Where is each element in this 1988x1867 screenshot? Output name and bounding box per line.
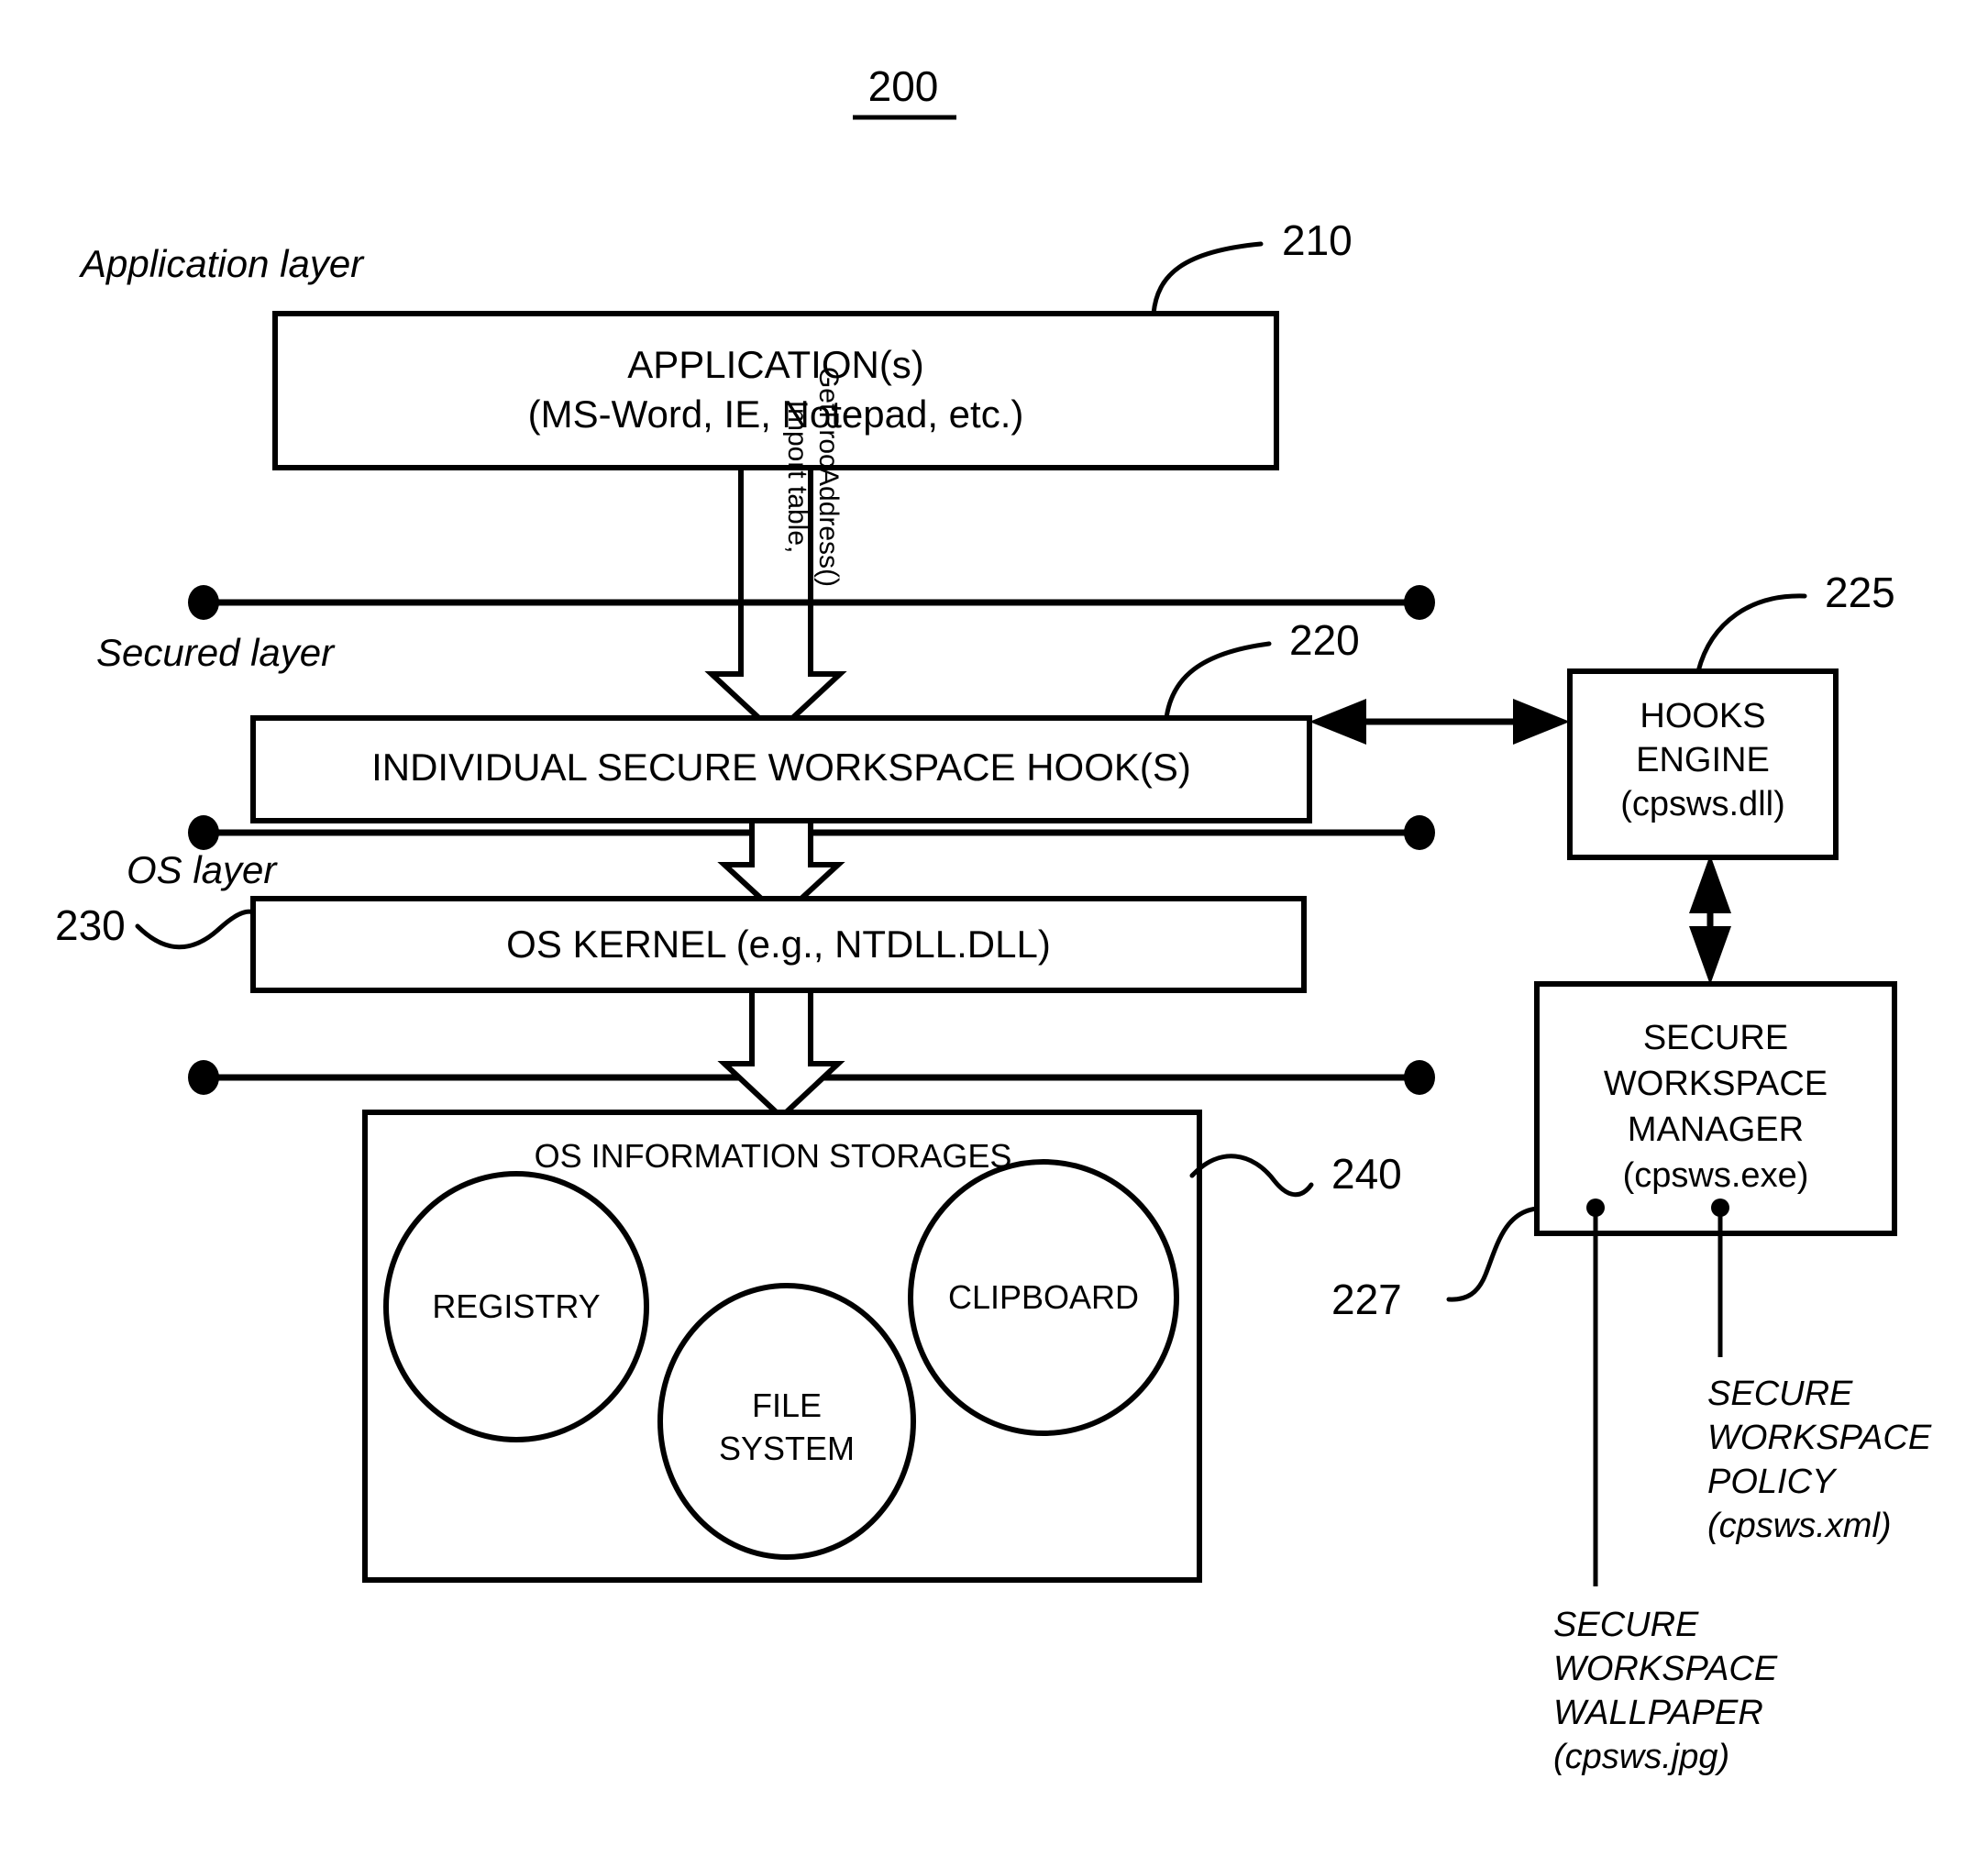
kernel-to-storages-arrow — [717, 988, 845, 1121]
wallpaper-leader-group — [1586, 1199, 1605, 1586]
file-system-circle-group: FILE SYSTEM — [657, 1283, 916, 1560]
ref-230-leader — [135, 909, 263, 950]
hooks-to-engine-arrow — [1309, 699, 1570, 745]
os-layer-label: OS layer — [127, 848, 278, 891]
wallpaper-note-line3: WALLPAPER — [1553, 1694, 1763, 1732]
hooks-engine-line3: (cpsws.dll) — [1620, 785, 1784, 823]
storages-title: OS INFORMATION STORAGES — [535, 1137, 1012, 1175]
layer-separator-storages-dot-left — [188, 1060, 219, 1095]
ref-230-label: 230 — [55, 901, 126, 949]
ref-225-group: 225 — [1695, 569, 1895, 674]
hooks-box-line1: INDIVIDUAL SECURE WORKSPACE HOOK(S) — [371, 746, 1191, 789]
ref-220-group: 220 — [1164, 616, 1360, 721]
file-system-label-line2: SYSTEM — [719, 1430, 855, 1467]
ref-220-leader — [1164, 641, 1272, 721]
os-kernel-box: OS KERNEL (e.g., NTDLL.DLL) — [250, 896, 1307, 993]
ref-240-group: 240 — [1189, 1150, 1402, 1198]
engine-manager-arrowhead-up — [1689, 855, 1731, 913]
diagram-canvas: 200 Application layer 210 APPLICATION(s)… — [55, 62, 1932, 1776]
wallpaper-note: SECURE WORKSPACE WALLPAPER (cpsws.jpg) — [1553, 1606, 1778, 1776]
file-system-label-line1: FILE — [752, 1386, 822, 1424]
kernel-storages-arrow-shape — [717, 988, 845, 1121]
workspace-manager-line3: MANAGER — [1628, 1110, 1804, 1149]
hooks-engine-box: HOOKS ENGINE (cpsws.dll) — [1567, 668, 1839, 860]
workspace-manager-line4: (cpsws.exe) — [1623, 1156, 1809, 1195]
ref-227-group: 227 — [1331, 1206, 1540, 1323]
os-kernel-line1: OS KERNEL (e.g., NTDLL.DLL) — [506, 922, 1051, 966]
ref-240-leader — [1189, 1154, 1314, 1198]
engine-to-manager-arrow — [1689, 855, 1731, 985]
application-box-line2: (MS-Word, IE, Notepad, etc.) — [528, 392, 1024, 436]
ref-210-leader — [1151, 241, 1264, 316]
ref-230-group: 230 — [55, 901, 263, 950]
ref-225-leader — [1695, 593, 1807, 674]
policy-note: SECURE WORKSPACE POLICY (cpsws.xml) — [1707, 1375, 1932, 1545]
layer-separator-os-dot-left — [188, 815, 219, 850]
workspace-manager-line2: WORKSPACE — [1604, 1065, 1828, 1103]
figure-number: 200 — [868, 62, 939, 110]
application-box-line1: APPLICATION(s) — [627, 343, 924, 386]
getprocaddress-label: GetProcAddress() — [813, 367, 844, 587]
application-box: APPLICATION(s) (MS-Word, IE, Notepad, et… — [272, 311, 1279, 470]
application-box-rect — [272, 311, 1279, 470]
wallpaper-note-line1: SECURE — [1553, 1606, 1699, 1644]
registry-circle-group: REGISTRY — [383, 1171, 649, 1442]
registry-label: REGISTRY — [432, 1287, 600, 1325]
ref-227-leader — [1446, 1206, 1540, 1302]
figure-number-group: 200 — [853, 62, 956, 120]
wallpaper-note-line4: (cpsws.jpg) — [1553, 1738, 1729, 1776]
policy-note-line4: (cpsws.xml) — [1707, 1507, 1892, 1545]
hooks-engine-line2: ENGINE — [1636, 741, 1770, 779]
layer-separator-os-dot-right — [1404, 815, 1435, 850]
policy-note-line3: POLICY — [1707, 1463, 1838, 1501]
policy-note-line1: SECURE — [1707, 1375, 1853, 1413]
ref-240-label: 240 — [1331, 1150, 1402, 1198]
hooks-box: INDIVIDUAL SECURE WORKSPACE HOOK(S) — [250, 715, 1312, 823]
wallpaper-note-line2: WORKSPACE — [1553, 1650, 1778, 1688]
clipboard-label: CLIPBOARD — [948, 1278, 1139, 1316]
ref-210-group: 210 — [1151, 216, 1353, 316]
import-table-label: Import table, — [782, 401, 812, 554]
hooks-engine-arrowhead-right — [1513, 699, 1570, 745]
clipboard-circle-group: CLIPBOARD — [908, 1159, 1179, 1436]
ref-210-label: 210 — [1282, 216, 1353, 264]
application-layer-label: Application layer — [78, 242, 365, 285]
hooks-engine-arrowhead-left — [1309, 699, 1366, 745]
layer-separator-secured-dot-right — [1404, 585, 1435, 620]
workspace-manager-line1: SECURE — [1643, 1019, 1788, 1057]
ref-227-label: 227 — [1331, 1276, 1402, 1323]
policy-note-line2: WORKSPACE — [1707, 1419, 1932, 1457]
hooks-engine-line1: HOOKS — [1640, 697, 1765, 735]
engine-manager-arrowhead-down — [1689, 926, 1731, 985]
patent-figure: 200 Application layer 210 APPLICATION(s)… — [0, 0, 1988, 1867]
ref-225-label: 225 — [1825, 569, 1895, 616]
secured-layer-label: Secured layer — [96, 631, 336, 674]
workspace-manager-box: SECURE WORKSPACE MANAGER (cpsws.exe) — [1534, 981, 1897, 1236]
layer-separator-secured-dot-left — [188, 585, 219, 620]
ref-220-label: 220 — [1289, 616, 1360, 664]
storages-box: OS INFORMATION STORAGES REGISTRY FILE SY… — [362, 1110, 1202, 1583]
layer-separator-storages-dot-right — [1404, 1060, 1435, 1095]
